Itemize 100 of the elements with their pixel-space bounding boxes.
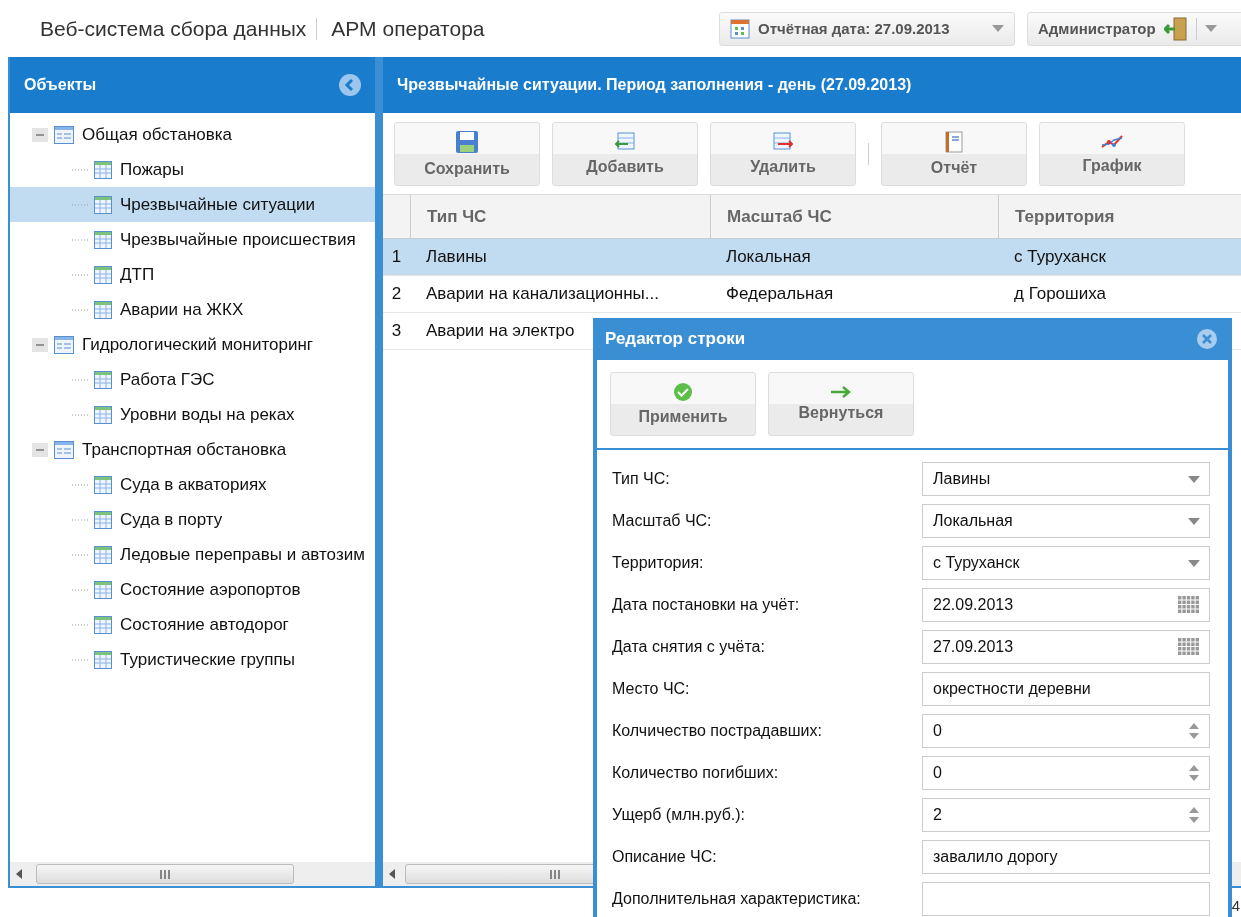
- toolbar-button[interactable]: Сохранить: [394, 121, 540, 186]
- collapse-icon[interactable]: [32, 337, 48, 352]
- toolbar-button[interactable]: Добавить: [552, 121, 698, 186]
- tree-item[interactable]: Суда в порту: [10, 502, 375, 537]
- tree-item-label: Аварии на ЖКХ: [120, 299, 244, 320]
- toolbar-button[interactable]: Удалить: [710, 121, 856, 186]
- field-label: Тип ЧС:: [612, 470, 671, 488]
- tree-item[interactable]: Состояние автодорог: [10, 607, 375, 642]
- tree-item[interactable]: Общая обстановка: [10, 117, 375, 152]
- tree-item-label: ДТП: [120, 264, 155, 285]
- date-field[interactable]: 27.09.2013: [922, 630, 1210, 664]
- panel-title: Чрезвычайные ситуации. Период заполнения - день (27.09.2013): [397, 76, 912, 94]
- field-label: Ущерб (млн.руб.):: [612, 806, 747, 824]
- dropdown-field[interactable]: Лавины: [922, 462, 1210, 496]
- table-cell-text: д Горошиха: [1014, 283, 1106, 305]
- input-field[interactable]: окрестности деревни: [922, 672, 1210, 706]
- caret-icon: [1188, 559, 1200, 567]
- tree-item[interactable]: Состояние аэропортов: [10, 572, 375, 607]
- table-row[interactable]: 1 Лавины Локальная с Туруханск: [383, 239, 1241, 276]
- tree-line-icon: [72, 623, 90, 626]
- grip-icon: [549, 869, 561, 879]
- spinner-icon[interactable]: [1188, 805, 1200, 825]
- tree-item[interactable]: Гидрологический мониторинг: [10, 327, 375, 362]
- tree-item[interactable]: Чрезвычайные ситуации: [10, 187, 375, 222]
- tree-item[interactable]: Работа ГЭС: [10, 362, 375, 397]
- toolbar-button[interactable]: Отчёт: [881, 121, 1027, 186]
- row-number: 2: [390, 283, 403, 305]
- spinner-icon[interactable]: [1188, 721, 1200, 741]
- table-cell-text: с Туруханск: [1014, 246, 1106, 268]
- field-label: Территория:: [612, 554, 705, 572]
- field-label: Место ЧС:: [612, 680, 691, 698]
- input-field[interactable]: завалило дорогу: [922, 840, 1210, 874]
- row-number: 3: [390, 320, 403, 342]
- number-field[interactable]: 0: [922, 756, 1210, 790]
- status-text: 4: [1231, 897, 1240, 914]
- tree-item-label: Транспортная обстановка: [82, 439, 287, 460]
- tree-line-icon: [72, 308, 90, 311]
- row-number: 1: [390, 246, 403, 268]
- tree-item-label: Чрезвычайные ситуации: [120, 194, 315, 215]
- dropdown-field[interactable]: Локальная: [922, 504, 1210, 538]
- table-cell-text: Федеральная: [726, 283, 834, 305]
- table-icon: [94, 405, 112, 424]
- tree-item-label: Работа ГЭС: [120, 369, 215, 390]
- app-title: Веб-система сбора данных: [40, 16, 307, 41]
- toolbar-button[interactable]: Вернуться: [768, 372, 914, 436]
- spinner-icon[interactable]: [1188, 763, 1200, 783]
- calendar-icon[interactable]: [1178, 596, 1200, 614]
- tree-item[interactable]: Транспортная обстановка: [10, 432, 375, 467]
- input-field[interactable]: [922, 882, 1210, 916]
- tree-item-label: Общая обстановка: [82, 124, 233, 145]
- tree-item[interactable]: Суда в акваториях: [10, 467, 375, 502]
- report-date-button[interactable]: Отчётная дата: 27.09.2013: [719, 11, 1015, 46]
- tree-item[interactable]: Аварии на ЖКХ: [10, 292, 375, 327]
- tree-item[interactable]: Чрезвычайные происшествия: [10, 222, 375, 257]
- field-label: Дата снятия с учёта:: [612, 638, 766, 656]
- tree-item[interactable]: ДТП: [10, 257, 375, 292]
- table-icon: [94, 580, 112, 599]
- close-icon[interactable]: [1196, 328, 1218, 350]
- tree-item-label: Чрезвычайные происшествия: [120, 229, 356, 250]
- table-remove-icon: [772, 131, 794, 152]
- collapse-panel-icon[interactable]: [339, 74, 361, 96]
- column-header[interactable]: Тип ЧС: [410, 195, 710, 238]
- collapse-icon[interactable]: [32, 127, 48, 142]
- table-icon: [94, 650, 112, 669]
- field-label: Дата постановки на учёт:: [612, 596, 801, 614]
- number-field[interactable]: 0: [922, 714, 1210, 748]
- scroll-left-icon[interactable]: [16, 869, 22, 879]
- tree-item[interactable]: Ледовые переправы и автозим: [10, 537, 375, 572]
- tree-line-icon: [72, 483, 90, 486]
- tree-line-icon: [72, 518, 90, 521]
- column-header[interactable]: Масштаб ЧС: [710, 195, 998, 238]
- tree-item[interactable]: Уровни воды на реках: [10, 397, 375, 432]
- user-menu-button[interactable]: Администратор: [1027, 11, 1241, 46]
- table-cell-text: Локальная: [726, 246, 811, 268]
- table-icon: [94, 475, 112, 494]
- toolbar-button[interactable]: График: [1039, 121, 1185, 186]
- scroll-left-icon[interactable]: [389, 869, 395, 879]
- caret-icon: [1204, 25, 1217, 32]
- calendar-icon[interactable]: [1178, 638, 1200, 656]
- table-cell-text: Аварии на электро: [426, 320, 575, 342]
- tree-item-label: Состояние аэропортов: [120, 579, 301, 600]
- arrow-right-icon: [830, 386, 852, 398]
- notebook-icon: [945, 130, 963, 153]
- field-label: Описание ЧС:: [612, 848, 718, 866]
- table-icon: [94, 615, 112, 634]
- table-icon: [94, 545, 112, 564]
- field-label: Масштаб ЧС:: [612, 512, 713, 530]
- horizontal-scrollbar[interactable]: [10, 862, 375, 886]
- tree-item[interactable]: Пожары: [10, 152, 375, 187]
- column-header[interactable]: Территория: [998, 195, 1241, 238]
- collapse-icon[interactable]: [32, 442, 48, 457]
- toolbar-button[interactable]: Применить: [610, 372, 756, 436]
- field-label: Количество погибших:: [612, 764, 780, 782]
- calendar-icon: [730, 18, 750, 39]
- number-field[interactable]: 2: [922, 798, 1210, 832]
- tree-item[interactable]: Туристические группы: [10, 642, 375, 677]
- tree-item-label: Состояние автодорог: [120, 614, 289, 635]
- dropdown-field[interactable]: с Туруханск: [922, 546, 1210, 580]
- date-field[interactable]: 22.09.2013: [922, 588, 1210, 622]
- grip-icon: [159, 869, 171, 879]
